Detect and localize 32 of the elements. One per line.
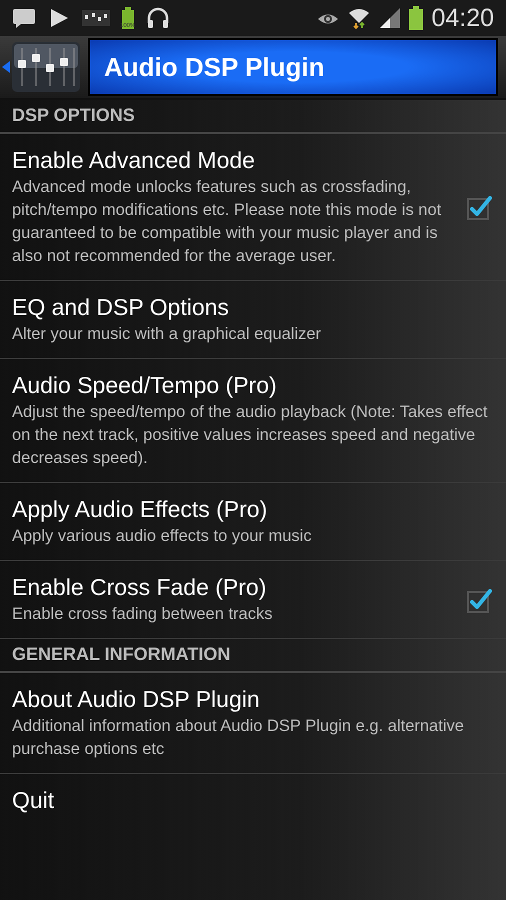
preference-summary: Apply various audio effects to your music <box>12 526 313 547</box>
headphones-icon <box>146 7 170 29</box>
preference-item[interactable]: EQ and DSP Options Alter your music with a graphical equalizer <box>0 281 506 359</box>
back-caret-icon[interactable] <box>2 61 10 73</box>
preference-title: Apply Audio Effects (Pro) <box>12 495 268 523</box>
preference-item[interactable]: Audio Speed/Tempo (Pro) Adjust the speed/tempo of the audio playback (Note: Takes effect on the next track, positive values increases speed and negative decreases speed). <box>0 359 506 483</box>
section-header: DSP OPTIONS <box>0 100 506 134</box>
preference-summary: Additional information about Audio DSP Plugin e.g. alternative purchase options etc <box>12 716 465 760</box>
battery-icon <box>409 6 424 30</box>
preference-title: Enable Cross Fade (Pro) <box>12 573 268 601</box>
preference-title: About Audio DSP Plugin <box>12 685 261 713</box>
preference-summary: Alter your music with a graphical equalizer <box>12 324 322 345</box>
preference-title: Enable Advanced Mode <box>12 146 256 174</box>
play-icon <box>48 7 70 29</box>
equalizer-icon <box>82 10 110 26</box>
preference-title: Audio Speed/Tempo (Pro) <box>12 371 278 399</box>
preference-item[interactable]: About Audio DSP Plugin Additional information about Audio DSP Plugin e.g. alternative purchase options etc <box>0 673 506 774</box>
section-header: GENERAL INFORMATION <box>0 639 506 673</box>
signal-icon <box>379 7 402 29</box>
preference-item[interactable]: Apply Audio Effects (Pro) Apply various audio effects to your music <box>0 483 506 561</box>
app-title: Audio DSP Plugin <box>104 52 325 82</box>
preference-summary: Advanced mode unlocks features such as crossfading, pitch/tempo modifications etc. Please note this mode is not guaranteed to be compatible with your music player and is also not recommended for the average user. <box>12 177 442 267</box>
chat-icon <box>12 7 36 29</box>
preference-summary: Enable cross fading between tracks <box>12 604 274 625</box>
preference-item[interactable]: Enable Cross Fade (Pro) Enable cross fading between tracks <box>0 561 506 639</box>
clock: 04:20 <box>431 4 494 32</box>
preference-item[interactable]: Quit <box>0 774 506 826</box>
preference-title: Quit <box>12 786 56 814</box>
preference-summary: Adjust the speed/tempo of the audio playback (Note: Takes effect on the next track, positive values increases speed and negative decreases speed). <box>12 402 488 469</box>
wifi-icon <box>347 6 372 30</box>
preference-title: EQ and DSP Options <box>12 293 230 321</box>
mixer-sliders-icon[interactable] <box>12 42 80 92</box>
